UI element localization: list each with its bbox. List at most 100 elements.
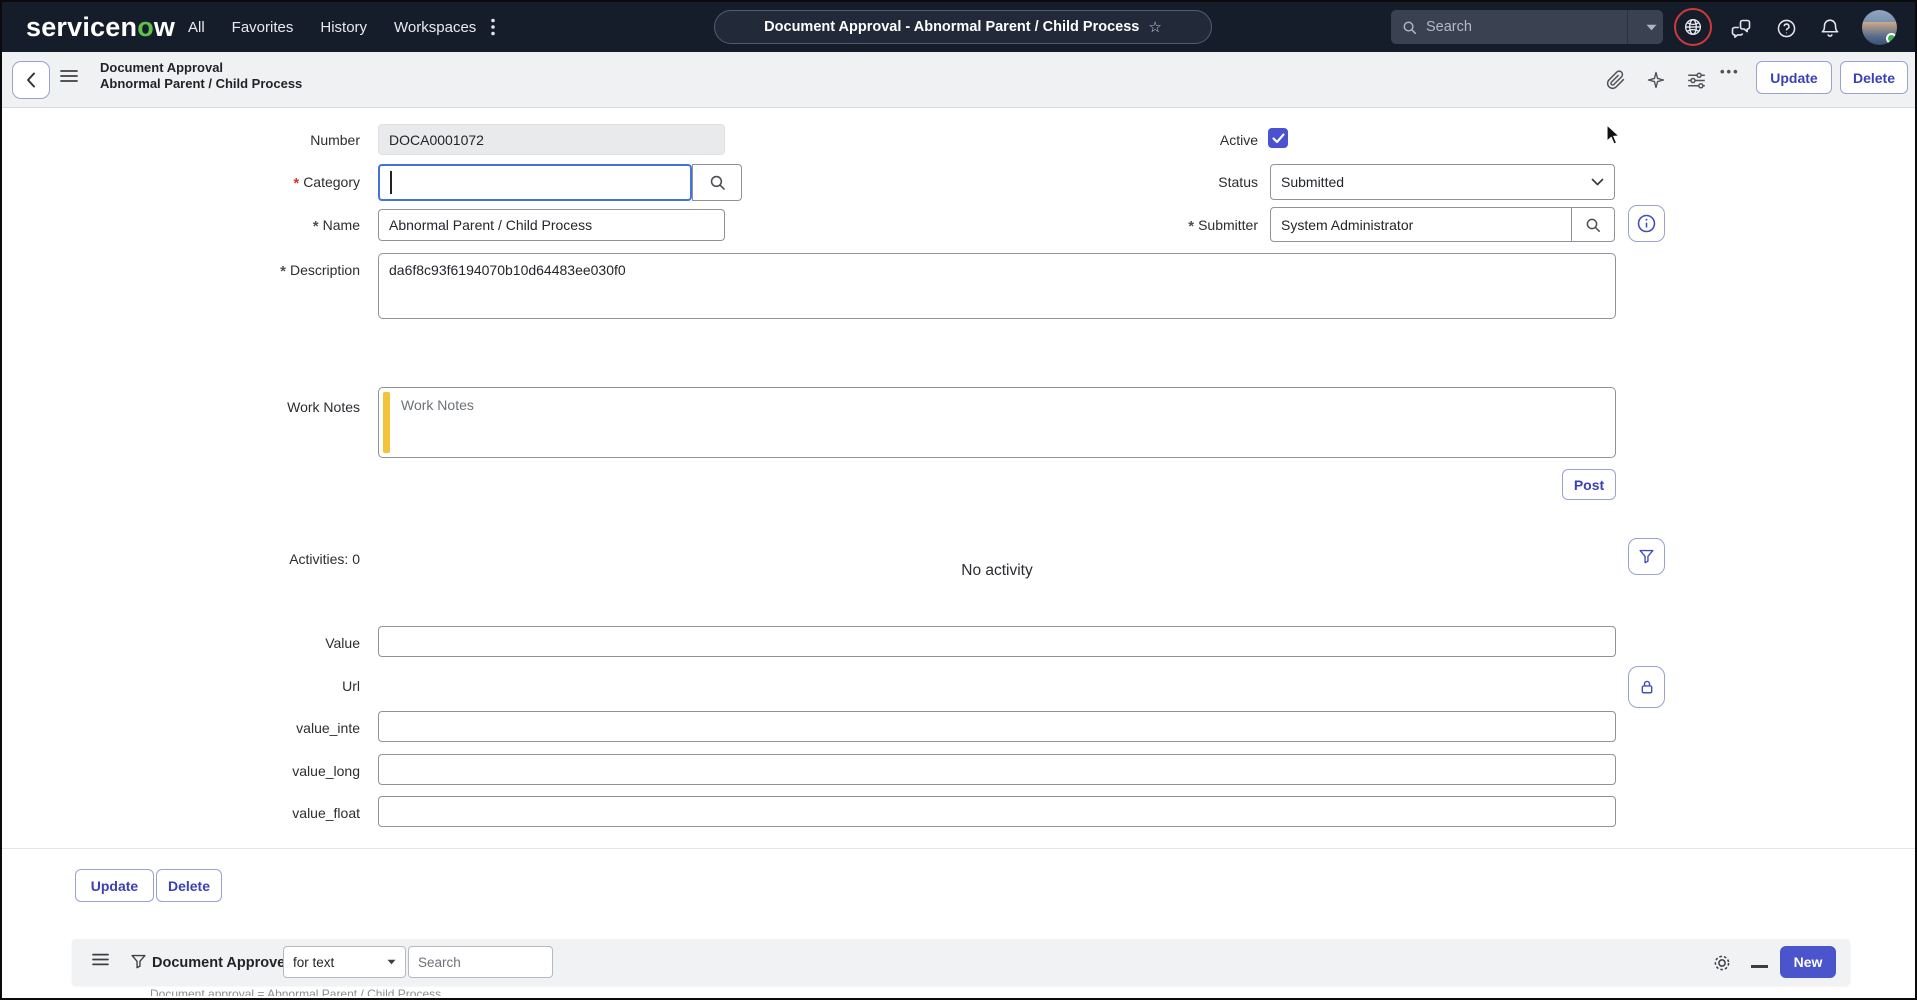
logo-text: servicen bbox=[26, 12, 137, 42]
description-value: da6f8c93f6194070b10d64483ee030f0 bbox=[389, 262, 626, 278]
url-lock-button[interactable] bbox=[1628, 666, 1665, 708]
submitter-lookup-button[interactable] bbox=[1571, 208, 1614, 241]
name-label-text: Name bbox=[323, 217, 360, 233]
favorite-star-icon[interactable]: ☆ bbox=[1148, 18, 1161, 36]
current-record-pill[interactable]: Document Approval - Abnormal Parent / Ch… bbox=[714, 10, 1212, 44]
nav-item-history[interactable]: History bbox=[320, 19, 367, 36]
chevron-down-icon bbox=[1591, 178, 1604, 186]
personalize-button[interactable] bbox=[1644, 68, 1668, 92]
value-long-label: value_long bbox=[0, 763, 360, 779]
section-divider bbox=[2, 848, 1915, 849]
value-inte-input[interactable] bbox=[378, 711, 1616, 742]
list-search-field-select[interactable]: for text bbox=[283, 946, 406, 978]
number-label: Number bbox=[0, 132, 360, 148]
back-button[interactable] bbox=[12, 61, 50, 99]
global-search bbox=[1391, 10, 1663, 44]
submitter-label-text: Submitter bbox=[1198, 217, 1258, 233]
description-textarea[interactable]: da6f8c93f6194070b10d64483ee030f0 bbox=[378, 253, 1616, 319]
update-button[interactable]: Update bbox=[1756, 61, 1832, 94]
submitter-input[interactable]: System Administrator bbox=[1270, 207, 1615, 242]
list-search-field-value: for text bbox=[293, 955, 334, 970]
attachment-button[interactable] bbox=[1604, 68, 1628, 92]
notifications-button[interactable] bbox=[1818, 16, 1842, 40]
screenshot-frame bbox=[0, 0, 1917, 1000]
status-label: Status bbox=[980, 174, 1258, 190]
check-icon bbox=[1272, 133, 1285, 144]
bell-icon bbox=[1819, 17, 1841, 39]
form-settings-button[interactable] bbox=[1684, 68, 1708, 92]
logo-text-end: w bbox=[154, 12, 175, 42]
value-input[interactable] bbox=[378, 626, 1616, 657]
value-long-input[interactable] bbox=[378, 754, 1616, 785]
language-globe-button[interactable] bbox=[1674, 8, 1712, 46]
name-value: Abnormal Parent / Child Process bbox=[389, 217, 592, 233]
footer-delete-button[interactable]: Delete bbox=[156, 869, 222, 902]
name-input[interactable]: Abnormal Parent / Child Process bbox=[378, 209, 725, 241]
category-label-text: Category bbox=[303, 174, 360, 190]
activity-filter-button[interactable] bbox=[1628, 538, 1665, 575]
status-select[interactable]: Submitted bbox=[1270, 164, 1615, 200]
required-marker: * bbox=[313, 218, 319, 235]
footer-update-button[interactable]: Update bbox=[75, 869, 154, 902]
url-label: Url bbox=[0, 678, 360, 694]
list-breadcrumb-partial-row: Document approval = Abnormal Parent / Ch… bbox=[72, 987, 1850, 996]
search-input[interactable] bbox=[1426, 19, 1627, 35]
search-icon bbox=[709, 174, 726, 191]
worknotes-label: Work Notes bbox=[0, 399, 360, 415]
nav-item-favorites[interactable]: Favorites bbox=[232, 19, 294, 36]
help-button[interactable] bbox=[1774, 16, 1798, 40]
value-float-label: value_float bbox=[0, 805, 360, 821]
submitter-value: System Administrator bbox=[1281, 217, 1413, 233]
number-value: DOCA0001072 bbox=[389, 132, 484, 148]
top-nav: servicenow All Favorites History Workspa… bbox=[2, 2, 1915, 52]
paperclip-icon bbox=[1606, 70, 1626, 90]
more-menus-kebab-icon[interactable] bbox=[484, 17, 502, 37]
worknotes-placeholder: Work Notes bbox=[401, 397, 474, 413]
mouse-cursor bbox=[1606, 124, 1623, 146]
form-title-record: Abnormal Parent / Child Process bbox=[100, 76, 302, 92]
more-options-icon[interactable]: ••• bbox=[1720, 64, 1740, 79]
value-float-input[interactable] bbox=[378, 796, 1616, 827]
submitter-preview-button[interactable] bbox=[1628, 205, 1665, 242]
connect-chat-button[interactable] bbox=[1729, 16, 1753, 40]
worknotes-textarea[interactable]: Work Notes bbox=[378, 387, 1616, 458]
number-field[interactable]: DOCA0001072 bbox=[378, 124, 725, 155]
category-lookup-button[interactable] bbox=[692, 164, 742, 201]
funnel-icon bbox=[130, 953, 147, 970]
servicenow-logo[interactable]: servicenow bbox=[26, 12, 175, 43]
user-avatar[interactable] bbox=[1862, 10, 1897, 45]
active-label: Active bbox=[980, 132, 1258, 148]
list-collapse-minus-icon[interactable] bbox=[1751, 965, 1768, 968]
info-icon bbox=[1636, 213, 1657, 234]
chat-bubbles-icon bbox=[1729, 16, 1753, 40]
list-context-menu-icon[interactable] bbox=[92, 953, 109, 966]
funnel-icon bbox=[1638, 548, 1655, 565]
category-label: *Category bbox=[0, 174, 360, 191]
required-marker: * bbox=[280, 263, 286, 280]
sparkle-icon bbox=[1646, 70, 1666, 90]
nav-item-all[interactable]: All bbox=[188, 19, 205, 36]
list-search-input[interactable] bbox=[408, 946, 553, 978]
chevron-left-icon bbox=[26, 72, 36, 88]
nav-menu: All Favorites History Workspaces bbox=[188, 2, 476, 52]
no-activity-message: No activity bbox=[378, 562, 1616, 580]
delete-button[interactable]: Delete bbox=[1840, 61, 1908, 94]
list-settings-icon[interactable] bbox=[1712, 953, 1732, 973]
nav-item-workspaces[interactable]: Workspaces bbox=[394, 19, 476, 36]
description-label-text: Description bbox=[290, 262, 360, 278]
list-new-button[interactable]: New bbox=[1780, 946, 1836, 978]
search-scope-dropdown[interactable] bbox=[1627, 10, 1663, 44]
required-marker: * bbox=[293, 175, 299, 192]
servicenow-form-page: servicenow All Favorites History Workspa… bbox=[0, 0, 1917, 1000]
description-label: *Description bbox=[0, 262, 360, 279]
category-input[interactable] bbox=[378, 164, 692, 201]
name-label: *Name bbox=[0, 217, 360, 234]
active-checkbox[interactable] bbox=[1268, 128, 1288, 148]
form-context-menu-icon[interactable] bbox=[60, 69, 78, 83]
list-filter-icon[interactable] bbox=[130, 953, 147, 970]
chevron-down-icon bbox=[1646, 24, 1657, 31]
text-caret bbox=[390, 171, 392, 194]
post-button[interactable]: Post bbox=[1562, 469, 1616, 500]
form-title: Document Approval Abnormal Parent / Chil… bbox=[100, 60, 302, 92]
submitter-label: *Submitter bbox=[980, 217, 1258, 234]
